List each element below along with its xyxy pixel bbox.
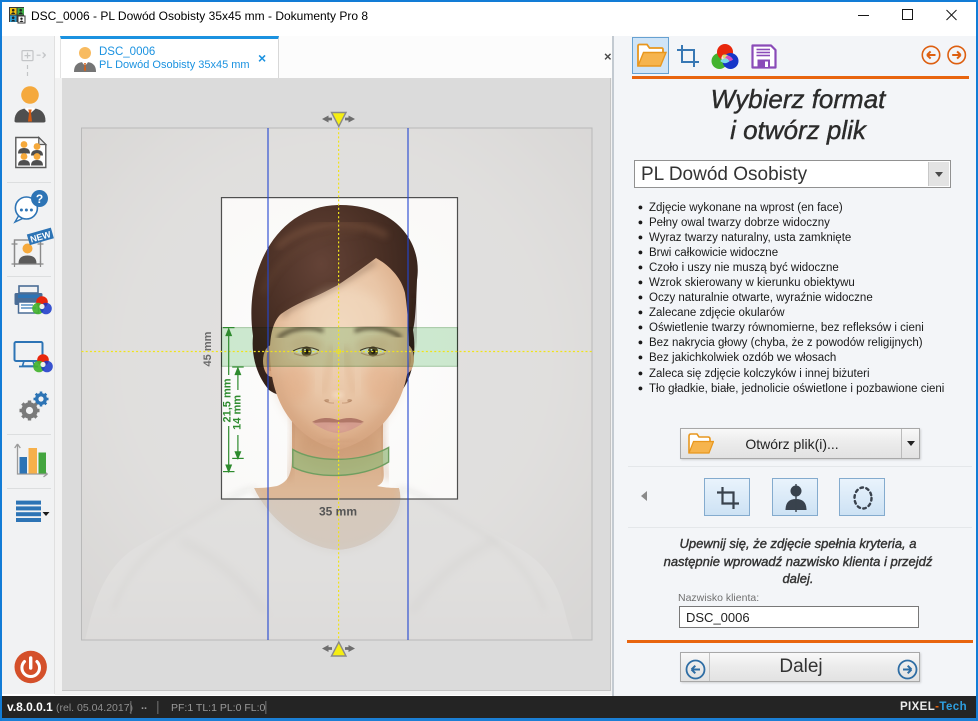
svg-text:35 mm: 35 mm [319, 505, 357, 519]
svg-text:45 mm: 45 mm [202, 331, 214, 366]
svg-text:14 mm: 14 mm [231, 395, 243, 430]
svg-text:?: ? [36, 192, 43, 206]
